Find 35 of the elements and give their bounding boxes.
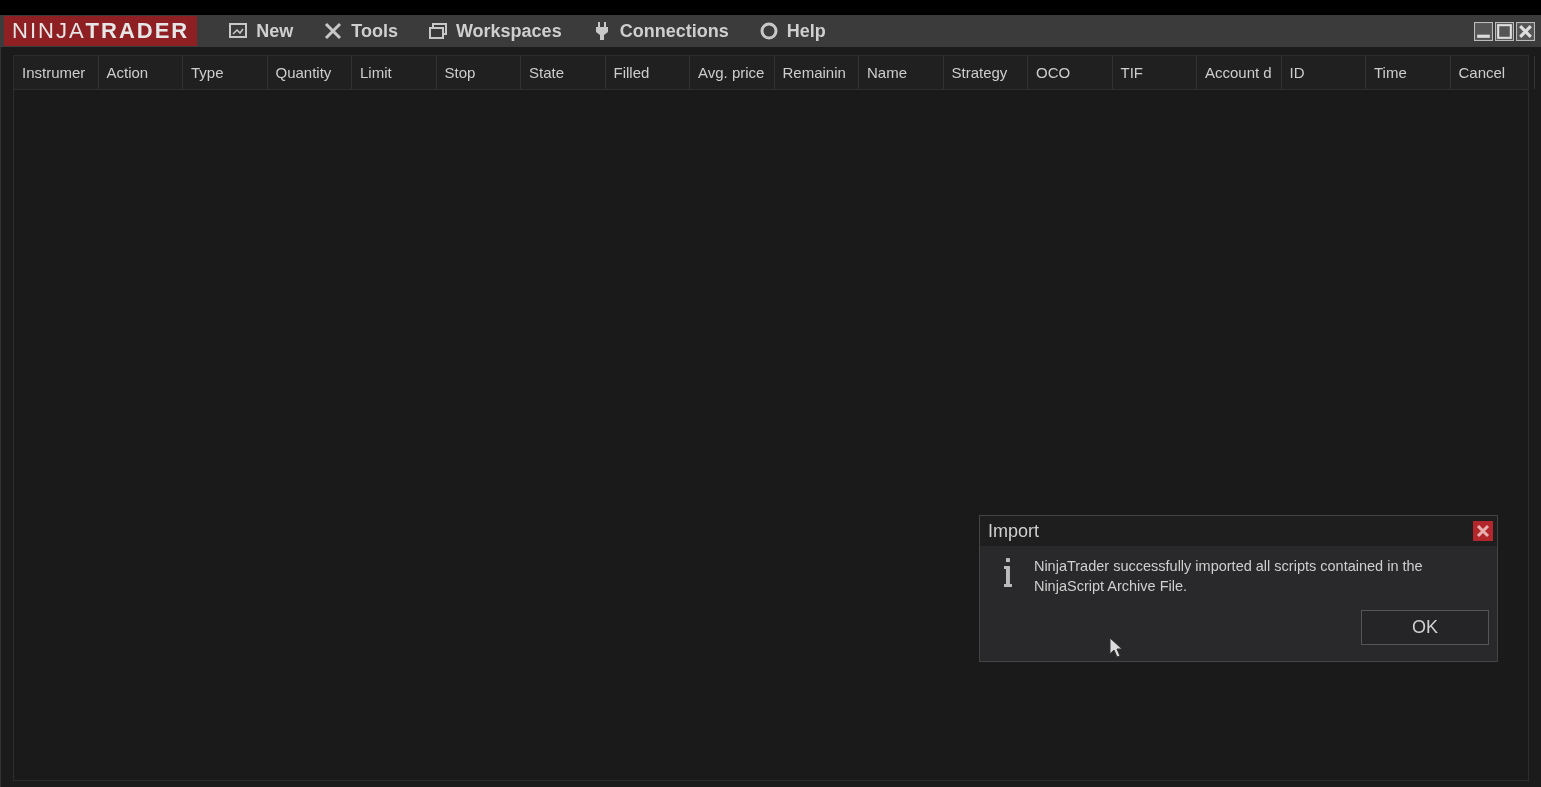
column-header[interactable]: Quantity xyxy=(267,56,352,89)
column-header[interactable]: Type xyxy=(183,56,268,89)
info-icon xyxy=(1002,558,1014,588)
column-header[interactable]: Limit xyxy=(352,56,437,89)
column-header[interactable]: ID xyxy=(1281,56,1366,89)
column-header[interactable]: Stop xyxy=(436,56,521,89)
menu-item[interactable]: Help xyxy=(743,16,841,46)
dialog-title: Import xyxy=(988,520,1039,542)
column-header[interactable]: Account d xyxy=(1197,56,1282,89)
ok-button[interactable]: OK xyxy=(1361,610,1489,645)
column-header[interactable]: Action xyxy=(98,56,183,89)
column-header[interactable]: Strategy xyxy=(943,56,1028,89)
maximize-button[interactable] xyxy=(1495,21,1514,41)
logo: NINJATRADER xyxy=(4,16,198,46)
windows-icon xyxy=(427,21,448,41)
menu-item[interactable]: Workspaces xyxy=(412,16,577,46)
column-header[interactable]: Instrumer xyxy=(14,56,99,89)
menu-item[interactable]: New xyxy=(213,16,309,46)
column-header[interactable]: Cancel xyxy=(1450,56,1535,89)
column-header[interactable]: TIF xyxy=(1112,56,1197,89)
close-button[interactable] xyxy=(1516,21,1535,41)
column-header[interactable]: Filled xyxy=(605,56,690,89)
window-icon xyxy=(228,21,249,41)
column-header[interactable]: Time xyxy=(1366,56,1451,89)
minimize-button[interactable] xyxy=(1474,21,1493,41)
column-header[interactable]: Avg. price xyxy=(690,56,775,89)
mouse-cursor-icon xyxy=(1109,637,1123,659)
column-header[interactable]: OCO xyxy=(1028,56,1113,89)
menu-item[interactable]: Connections xyxy=(576,16,744,46)
column-header[interactable]: Remainin xyxy=(774,56,859,89)
dialog-message: NinjaTrader successfully imported all scripts contained in the NinjaScript Archive File. xyxy=(1033,557,1424,596)
close-button[interactable] xyxy=(1473,521,1493,541)
column-header[interactable]: Name xyxy=(859,56,944,89)
menu-item[interactable]: Tools xyxy=(308,16,413,46)
column-header[interactable]: State xyxy=(521,56,606,89)
